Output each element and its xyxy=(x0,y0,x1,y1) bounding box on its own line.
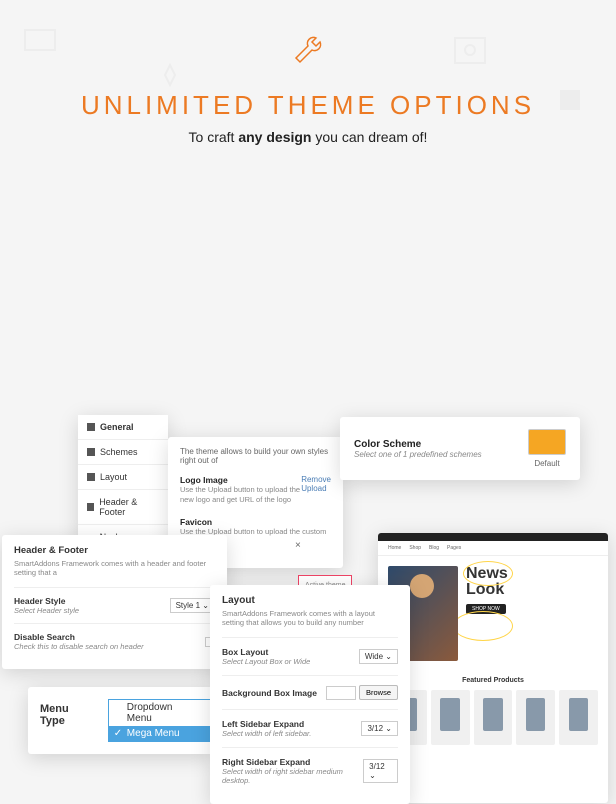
sidebar-tab-header-footer[interactable]: Header & Footer xyxy=(78,490,168,525)
layout-panel: Layout SmartAddons Framework comes with … xyxy=(210,585,410,804)
menu-type-dropdown[interactable]: Dropdown Menu Mega Menu xyxy=(108,699,213,742)
color-swatch-option[interactable]: Default xyxy=(528,429,566,468)
color-scheme-panel: Color Scheme Select one of 1 predefined … xyxy=(340,417,580,480)
bg-image-input[interactable] xyxy=(326,686,356,700)
sidebar-tab-general[interactable]: General xyxy=(78,415,168,440)
disable-search-label: Disable Search xyxy=(14,632,144,642)
color-swatch xyxy=(528,429,566,455)
color-scheme-desc: Select one of 1 predefined schemes xyxy=(354,450,482,459)
menu-type-label: Menu Type xyxy=(40,703,90,727)
left-sidebar-select[interactable]: 3/12 ⌄ xyxy=(361,721,398,736)
menu-type-panel: Menu Type Dropdown Menu Mega Menu xyxy=(28,687,213,754)
header-footer-panel: Header & Footer SmartAddons Framework co… xyxy=(2,535,227,669)
header-style-label: Header Style xyxy=(14,596,79,606)
browse-button[interactable]: Browse xyxy=(359,685,398,700)
layout-icon xyxy=(87,473,95,481)
wrench-icon xyxy=(288,30,328,75)
featured-products-heading: Featured Products xyxy=(378,671,608,690)
preview-nav: Home Shop Blog Pages xyxy=(378,541,608,556)
gear-icon xyxy=(87,423,95,431)
hero-title: UNLIMITED THEME OPTIONS xyxy=(0,90,616,121)
right-sidebar-label: Right Sidebar Expand xyxy=(222,757,363,767)
logo-label: Logo Image xyxy=(180,475,301,485)
menu-option-mega[interactable]: Mega Menu xyxy=(109,726,212,741)
logo-desc: Use the Upload button to upload the new … xyxy=(180,485,301,505)
chevron-down-icon: ⌄ xyxy=(385,724,392,733)
sidebar-tab-layout[interactable]: Layout xyxy=(78,465,168,490)
bg-image-label: Background Box Image xyxy=(222,688,317,698)
swatch-label: Default xyxy=(528,459,566,468)
grid-icon xyxy=(87,448,95,456)
box-layout-desc: Select Layout Box or Wide xyxy=(222,657,310,666)
intro-text: The theme allows to build your own style… xyxy=(180,447,331,465)
header-style-desc: Select Header style xyxy=(14,606,79,615)
right-sidebar-select[interactable]: 3/12 ⌄ xyxy=(363,759,398,783)
menu-option-dropdown[interactable]: Dropdown Menu xyxy=(109,700,212,726)
product-thumbnail xyxy=(474,690,513,745)
layout-title: Layout xyxy=(222,595,398,606)
theme-preview: Home Shop Blog Pages News Look SHOP NOW … xyxy=(378,533,608,803)
product-thumbnail xyxy=(431,690,470,745)
product-thumbnail xyxy=(516,690,555,745)
sidebar-tab-schemes[interactable]: Schemes xyxy=(78,440,168,465)
chevron-down-icon: ⌄ xyxy=(202,601,209,610)
color-scheme-title: Color Scheme xyxy=(354,439,482,450)
favicon-label: Favicon xyxy=(180,517,331,527)
left-sidebar-desc: Select width of left sidebar. xyxy=(222,729,311,738)
layout-desc: SmartAddons Framework comes with a layou… xyxy=(222,609,398,627)
decorative-ellipse xyxy=(463,561,513,586)
close-icon[interactable]: × xyxy=(295,540,301,551)
disable-search-desc: Check this to disable search on header xyxy=(14,642,144,651)
product-grid xyxy=(378,690,608,745)
hf-title: Header & Footer xyxy=(14,545,215,556)
right-sidebar-desc: Select width of right sidebar medium des… xyxy=(222,767,363,785)
preview-topbar xyxy=(378,533,608,541)
left-sidebar-label: Left Sidebar Expand xyxy=(222,719,311,729)
remove-upload-link[interactable]: Remove Upload xyxy=(301,475,331,493)
bars-icon xyxy=(87,503,94,511)
chevron-down-icon: ⌄ xyxy=(385,652,392,661)
hero-subtitle: To craft any design you can dream of! xyxy=(0,129,616,145)
product-thumbnail xyxy=(559,690,598,745)
hf-desc: SmartAddons Framework comes with a heade… xyxy=(14,559,215,577)
box-layout-label: Box Layout xyxy=(222,647,310,657)
header-style-select[interactable]: Style 1 ⌄ xyxy=(170,598,215,613)
box-layout-select[interactable]: Wide ⌄ xyxy=(359,649,398,664)
chevron-down-icon: ⌄ xyxy=(369,771,376,780)
decorative-ellipse xyxy=(453,611,513,641)
